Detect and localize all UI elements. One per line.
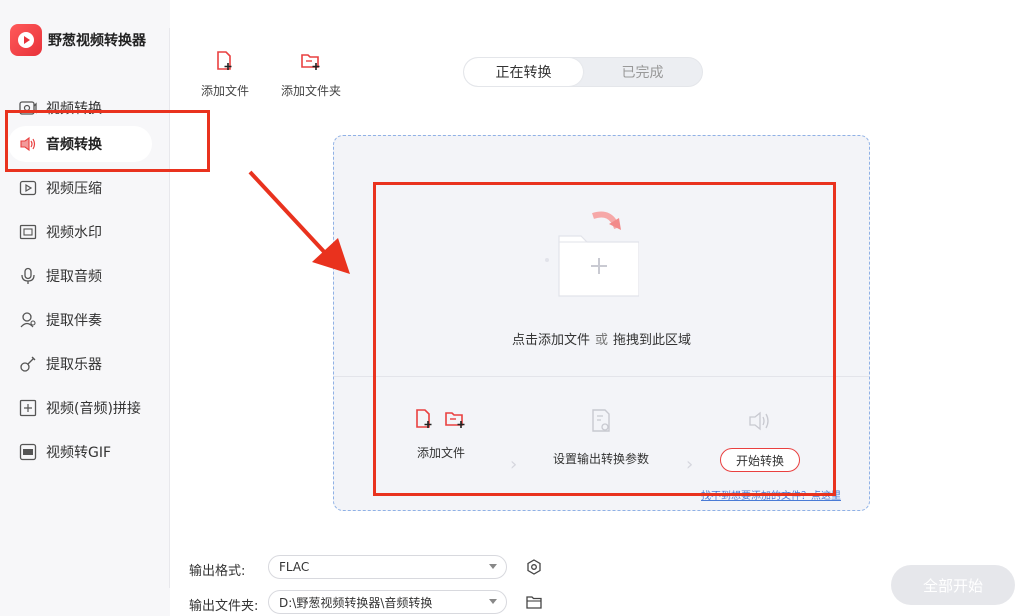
format-settings-icon[interactable] [524,557,544,577]
audio-step-icon [747,410,773,436]
chevron-right-icon: › [686,454,694,475]
output-format-select[interactable]: FLAC [268,555,507,579]
status-tabs: 正在转换 已完成 [463,57,703,87]
settings-file-icon [589,408,613,438]
sidebar-item-watermark[interactable]: 视频水印 [8,214,152,250]
sidebar-item-gif[interactable]: 视频转GIF [8,434,152,470]
sidebar-item-label: 提取乐器 [46,357,102,373]
sidebar-item-audio-convert[interactable]: 音频转换 [8,126,152,162]
output-folder-select[interactable]: D:\野葱视频转换器\音频转换 [268,590,507,614]
watermark-icon [18,222,38,242]
sidebar: 野葱视频转换器 视频转换 音频转换 视频压缩 视频水印 提取音频 提取伴奏 提取… [0,0,170,616]
sidebar-item-video-convert[interactable]: 视频转换 [8,90,152,126]
add-folder-illustration-icon [539,208,659,308]
output-format-label: 输出格式: [189,564,246,579]
sidebar-item-extract-instrument[interactable]: 提取乐器 [8,346,152,382]
chevron-right-icon: › [510,454,518,475]
app-title: 野葱视频转换器 [48,33,146,49]
dropzone-divider [334,376,869,377]
video-compress-icon [18,178,38,198]
sidebar-item-label: 音频转换 [46,137,102,153]
add-file-icon [215,50,235,76]
sidebar-item-merge[interactable]: 视频(音频)拼接 [8,390,152,426]
tab-converting[interactable]: 正在转换 [464,58,583,86]
sidebar-divider [169,28,170,588]
start-all-button[interactable]: 全部开始 [891,565,1015,605]
sidebar-item-label: 视频(音频)拼接 [46,401,141,417]
sidebar-item-extract-accompaniment[interactable]: 提取伴奏 [8,302,152,338]
merge-icon [18,398,38,418]
step-add-file: 添加文件 [414,408,468,461]
extract-accompaniment-icon [18,310,38,330]
audio-convert-icon [18,134,38,154]
add-folder-icon [300,50,322,76]
open-folder-icon[interactable] [524,592,544,612]
sidebar-item-label: 视频压缩 [46,181,102,197]
sidebar-item-label: 视频转换 [46,101,102,117]
dropzone-prompt: 点击添加文件或拖拽到此区域 [511,333,692,348]
start-convert-button[interactable]: 开始转换 [720,448,800,472]
sidebar-item-extract-audio[interactable]: 提取音频 [8,258,152,294]
sidebar-item-label: 视频转GIF [46,445,112,461]
add-folder-button[interactable]: 添加文件夹 [281,50,341,99]
extract-audio-icon [18,266,38,286]
sidebar-item-label: 视频水印 [46,225,102,241]
add-file-step-icons [414,408,468,430]
add-file-button[interactable]: 添加文件 [201,50,249,99]
file-dropzone[interactable]: 点击添加文件或拖拽到此区域 添加文件 › 设置输出转换参数 › 开始转换 找不到… [333,135,870,511]
step-settings: 设置输出转换参数 [553,408,649,467]
chevron-down-icon [489,599,497,604]
guitar-icon [18,354,38,374]
sidebar-item-video-compress[interactable]: 视频压缩 [8,170,152,206]
chevron-down-icon [489,564,497,569]
output-folder-label: 输出文件夹: [189,599,259,614]
app-logo: 野葱视频转换器 [10,24,146,56]
help-link[interactable]: 找不到想要添加的文件？点这里 [701,487,841,502]
tab-completed[interactable]: 已完成 [583,58,702,86]
sidebar-item-label: 提取音频 [46,269,102,285]
play-logo-icon [10,24,42,56]
sidebar-item-label: 提取伴奏 [46,313,102,329]
video-convert-icon [18,98,38,118]
gif-icon [18,442,38,462]
